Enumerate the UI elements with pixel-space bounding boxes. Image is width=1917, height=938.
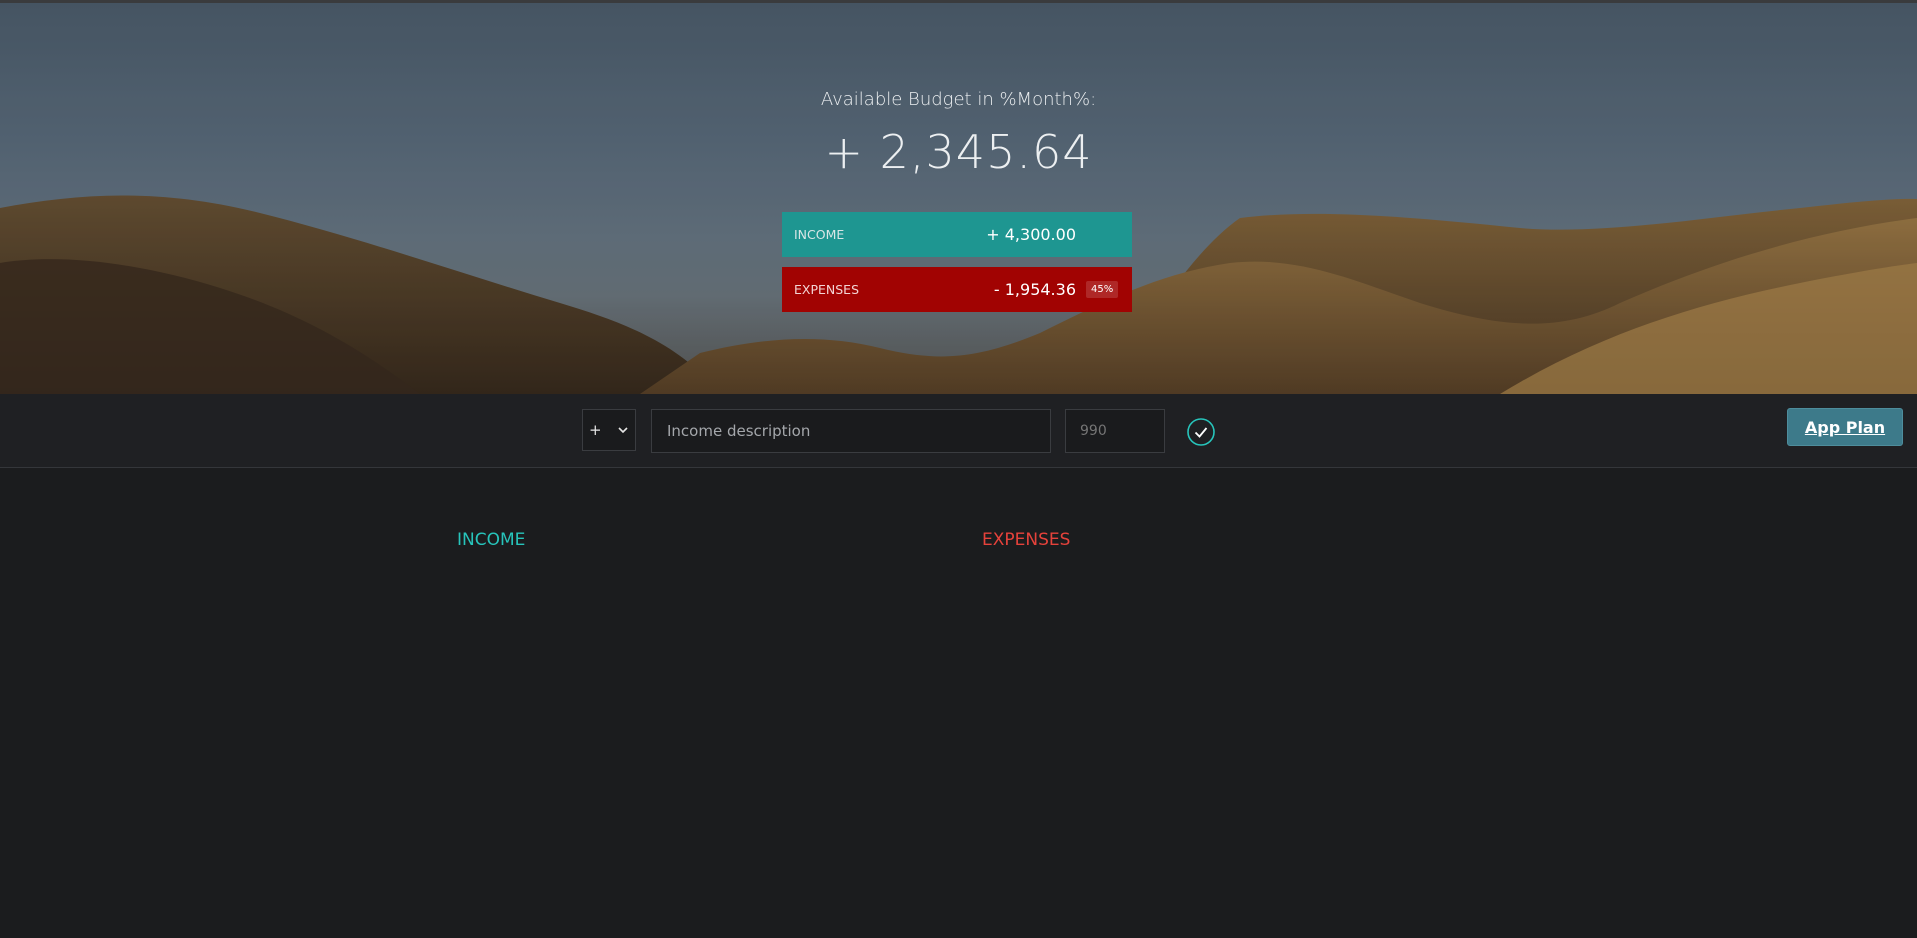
- hero-overlay: [0, 3, 1917, 394]
- description-input[interactable]: [651, 409, 1051, 453]
- value-input[interactable]: [1065, 409, 1165, 453]
- add-item-bar: + App Plan: [0, 394, 1917, 468]
- app-plan-button[interactable]: App Plan: [1787, 408, 1903, 446]
- expenses-percentage-badge: 45%: [1086, 281, 1119, 298]
- income-list-title: INCOME: [457, 530, 526, 550]
- income-summary: INCOME + 4,300.00: [782, 212, 1132, 257]
- chevron-down-icon: [618, 427, 628, 434]
- type-select[interactable]: +: [582, 409, 636, 451]
- expenses-summary-value: - 1,954.36: [993, 280, 1076, 299]
- budget-title: Available Budget in %Month%:: [820, 89, 1097, 110]
- check-circle-icon[interactable]: [1186, 417, 1216, 447]
- budget-value: + 2,345.64: [824, 125, 1093, 179]
- expenses-summary: EXPENSES - 1,954.36 45%: [782, 267, 1132, 312]
- income-summary-value: + 4,300.00: [986, 225, 1076, 244]
- expenses-list-title: EXPENSES: [982, 530, 1071, 550]
- type-select-value: +: [589, 421, 602, 439]
- income-summary-label: INCOME: [794, 227, 845, 242]
- expenses-summary-label: EXPENSES: [794, 282, 860, 297]
- hero-banner: Available Budget in %Month%: + 2,345.64 …: [0, 3, 1917, 394]
